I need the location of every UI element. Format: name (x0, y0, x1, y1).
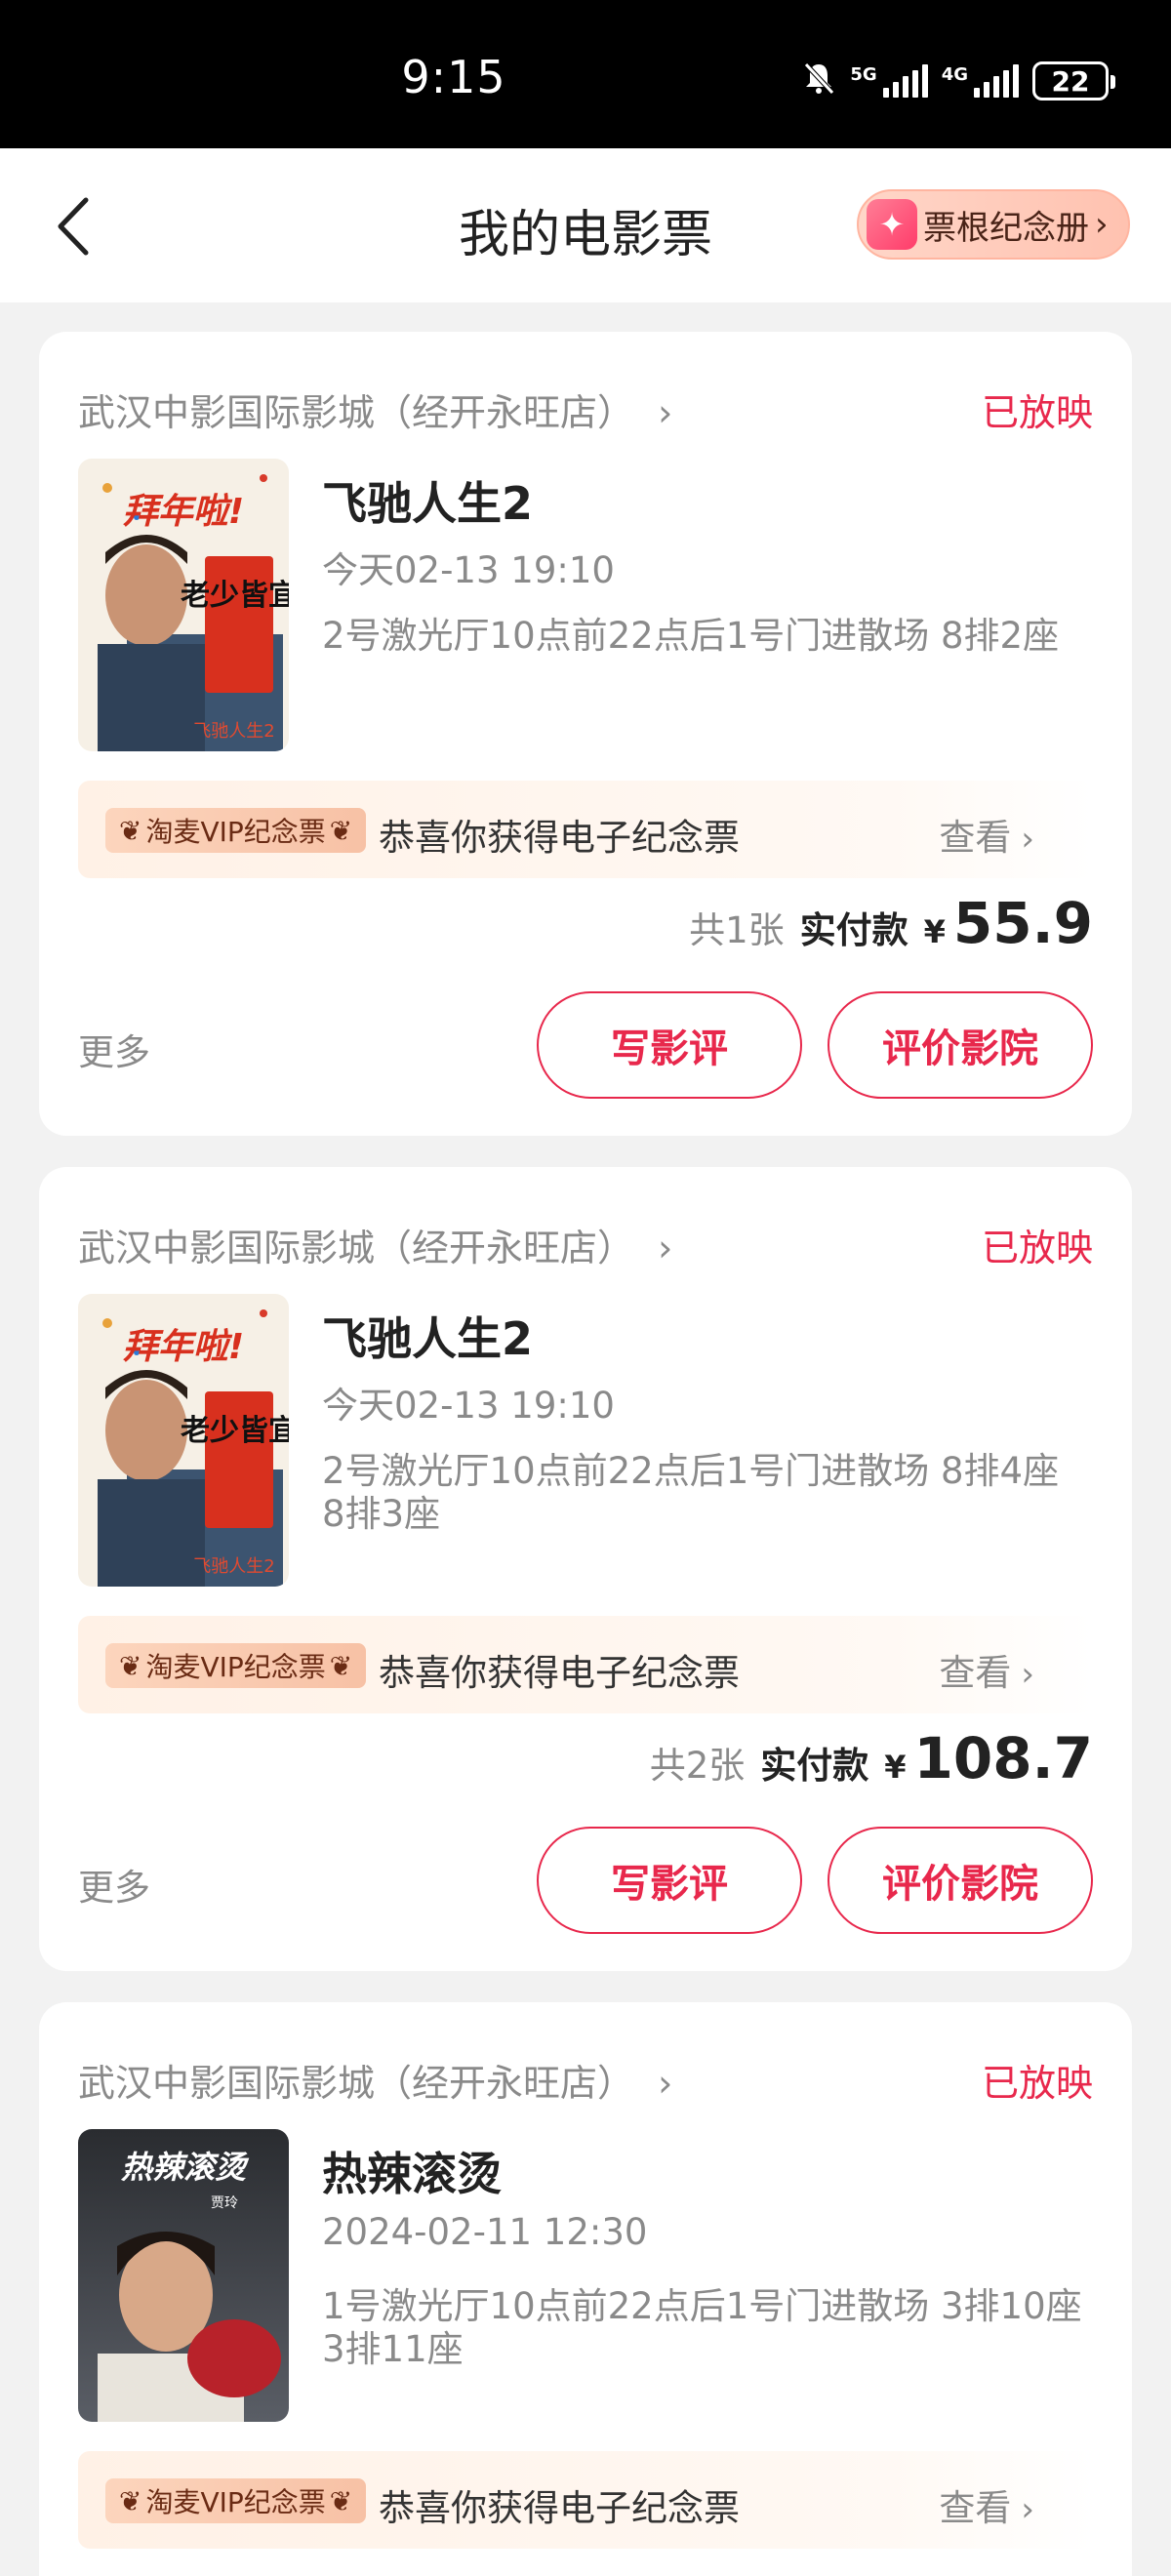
laurel-right-icon: ❦ (329, 1649, 353, 1682)
album-label: 票根纪念册 (923, 208, 1089, 248)
ticket-card[interactable]: 武汉中影国际影城（经开永旺店） › 已放映 老少皆宜 拜年啦! 飞驰人生2 飞驰… (39, 1167, 1132, 1971)
cinema-link[interactable]: 武汉中影国际影城（经开永旺店） › (78, 382, 672, 436)
price-amount: 108.7 (913, 1725, 1093, 1791)
seat-info: 1号激光厅10点前22点后1号门进散场 3排10座 3排11座 (322, 2285, 1082, 2370)
poster-small-text: 飞驰人生2 (193, 1556, 274, 1577)
cinema-name: 武汉中影国际影城（经开永旺店） (78, 1227, 635, 1269)
view-souvenir-link[interactable]: 查看 › (939, 2478, 1034, 2531)
souvenir-text: 恭喜你获得电子纪念票 (379, 817, 740, 859)
seat-info: 2号激光厅10点前22点后1号门进散场 8排2座 (322, 615, 1060, 657)
souvenir-text: 恭喜你获得电子纪念票 (379, 1652, 740, 1694)
ticket-status: 已放映 (981, 1227, 1093, 1269)
souvenir-text: 恭喜你获得电子纪念票 (379, 2487, 740, 2529)
status-icons: 5G 4G 22 (801, 60, 1115, 101)
rate-cinema-button[interactable]: 评价影院 (828, 991, 1093, 1099)
chevron-right-icon: › (1021, 820, 1034, 859)
chevron-right-icon: › (1021, 1655, 1034, 1694)
ticket-status: 已放映 (981, 2062, 1093, 2105)
paid-label: 实付款 (760, 1745, 869, 1787)
status-time: 9:15 (401, 51, 506, 103)
sparkle-icon: ✦ (867, 199, 917, 250)
more-button[interactable]: 更多 (78, 1858, 150, 1911)
vip-souvenir-tag: ❦ 淘麦VIP纪念票 ❦ (105, 2478, 367, 2523)
write-review-button[interactable]: 写影评 (537, 991, 802, 1099)
chevron-right-icon: › (658, 1227, 673, 1269)
movie-title: 热辣滚烫 (322, 2148, 502, 2200)
souvenir-ticket-bar[interactable]: ❦ 淘麦VIP纪念票 ❦ 恭喜你获得电子纪念票 查看 › (78, 781, 1093, 878)
mute-bell-icon (801, 60, 836, 101)
currency-symbol: ¥ (884, 1749, 907, 1786)
movie-title: 飞驰人生2 (322, 477, 534, 530)
souvenir-ticket-bar[interactable]: ❦ 淘麦VIP纪念票 ❦ 恭喜你获得电子纪念票 查看 › (78, 1616, 1093, 1713)
price-row: 共2张 实付款 ¥ 108.7 (650, 1725, 1093, 1791)
ticket-status: 已放映 (981, 391, 1093, 434)
laurel-right-icon: ❦ (329, 2484, 353, 2517)
cinema-link[interactable]: 武汉中影国际影城（经开永旺店） › (78, 1218, 672, 1271)
poster-banner-text: 热辣滚烫 (120, 2149, 250, 2186)
poster-small-text: 贾玲 (211, 2195, 238, 2211)
price-amount: 55.9 (952, 890, 1093, 956)
more-button[interactable]: 更多 (78, 1023, 150, 1075)
vip-souvenir-tag: ❦ 淘麦VIP纪念票 ❦ (105, 1643, 367, 1688)
poster-small-text: 飞驰人生2 (193, 721, 274, 742)
laurel-left-icon: ❦ (119, 814, 142, 847)
status-bar: 9:15 5G 4G 22 (0, 0, 1171, 148)
souvenir-ticket-bar[interactable]: ❦ 淘麦VIP纪念票 ❦ 恭喜你获得电子纪念票 查看 › (78, 2451, 1093, 2549)
view-label: 查看 (939, 1652, 1012, 1694)
ticket-count: 共1张 (689, 909, 785, 951)
ticket-count: 共2张 (649, 1745, 746, 1787)
movie-poster[interactable]: 老少皆宜 拜年啦! 飞驰人生2 (78, 1294, 289, 1587)
showtime: 今天02-13 19:10 (322, 549, 615, 591)
chevron-right-icon: › (658, 391, 673, 434)
poster-sign-text: 老少皆宜 (181, 579, 289, 613)
view-label: 查看 (939, 817, 1012, 859)
laurel-left-icon: ❦ (119, 2484, 142, 2517)
ticket-card[interactable]: 武汉中影国际影城（经开永旺店） › 已放映 热辣滚烫 贾玲 热辣滚烫 2024-… (39, 2002, 1132, 2576)
view-souvenir-link[interactable]: 查看 › (939, 808, 1034, 861)
vip-tag-label: 淘麦VIP纪念票 (145, 2486, 326, 2518)
movie-poster[interactable]: 热辣滚烫 贾玲 (78, 2129, 289, 2422)
movie-poster[interactable]: 老少皆宜 拜年啦! 飞驰人生2 (78, 459, 289, 751)
chevron-right-icon: › (1021, 2490, 1034, 2529)
paid-label: 实付款 (799, 909, 909, 951)
currency-symbol: ¥ (923, 913, 946, 950)
ticket-album-button[interactable]: ✦ 票根纪念册 › (857, 189, 1130, 260)
movie-title: 飞驰人生2 (322, 1312, 534, 1365)
signal-5g-icon: 5G (850, 64, 928, 98)
vip-souvenir-tag: ❦ 淘麦VIP纪念票 ❦ (105, 808, 367, 853)
poster-banner-text: 拜年啦! (123, 1327, 244, 1367)
chevron-right-icon: › (1095, 205, 1109, 244)
cinema-name: 武汉中影国际影城（经开永旺店） (78, 2062, 635, 2105)
app-header: 我的电影票 ✦ 票根纪念册 › (0, 148, 1171, 302)
laurel-right-icon: ❦ (329, 814, 353, 847)
showtime: 今天02-13 19:10 (322, 1385, 615, 1427)
poster-sign-text: 老少皆宜 (181, 1414, 289, 1448)
cinema-name: 武汉中影国际影城（经开永旺店） (78, 391, 635, 434)
battery-icon: 22 (1032, 61, 1115, 101)
seat-info: 2号激光厅10点前22点后1号门进散场 8排4座 8排3座 (322, 1450, 1060, 1535)
vip-tag-label: 淘麦VIP纪念票 (145, 816, 326, 848)
cinema-link[interactable]: 武汉中影国际影城（经开永旺店） › (78, 2053, 672, 2107)
rate-cinema-button[interactable]: 评价影院 (828, 1827, 1093, 1934)
showtime: 2024-02-11 12:30 (322, 2211, 648, 2253)
view-label: 查看 (939, 2487, 1012, 2529)
view-souvenir-link[interactable]: 查看 › (939, 1643, 1034, 1696)
chevron-right-icon: › (658, 2062, 673, 2105)
laurel-left-icon: ❦ (119, 1649, 142, 1682)
ticket-card[interactable]: 武汉中影国际影城（经开永旺店） › 已放映 老少皆宜 拜年啦! 飞驰人生2 飞驰… (39, 332, 1132, 1136)
price-row: 共1张 实付款 ¥ 55.9 (689, 890, 1093, 956)
signal-4g-icon: 4G (942, 64, 1019, 98)
poster-banner-text: 拜年啦! (123, 492, 244, 532)
vip-tag-label: 淘麦VIP纪念票 (145, 1651, 326, 1683)
write-review-button[interactable]: 写影评 (537, 1827, 802, 1934)
